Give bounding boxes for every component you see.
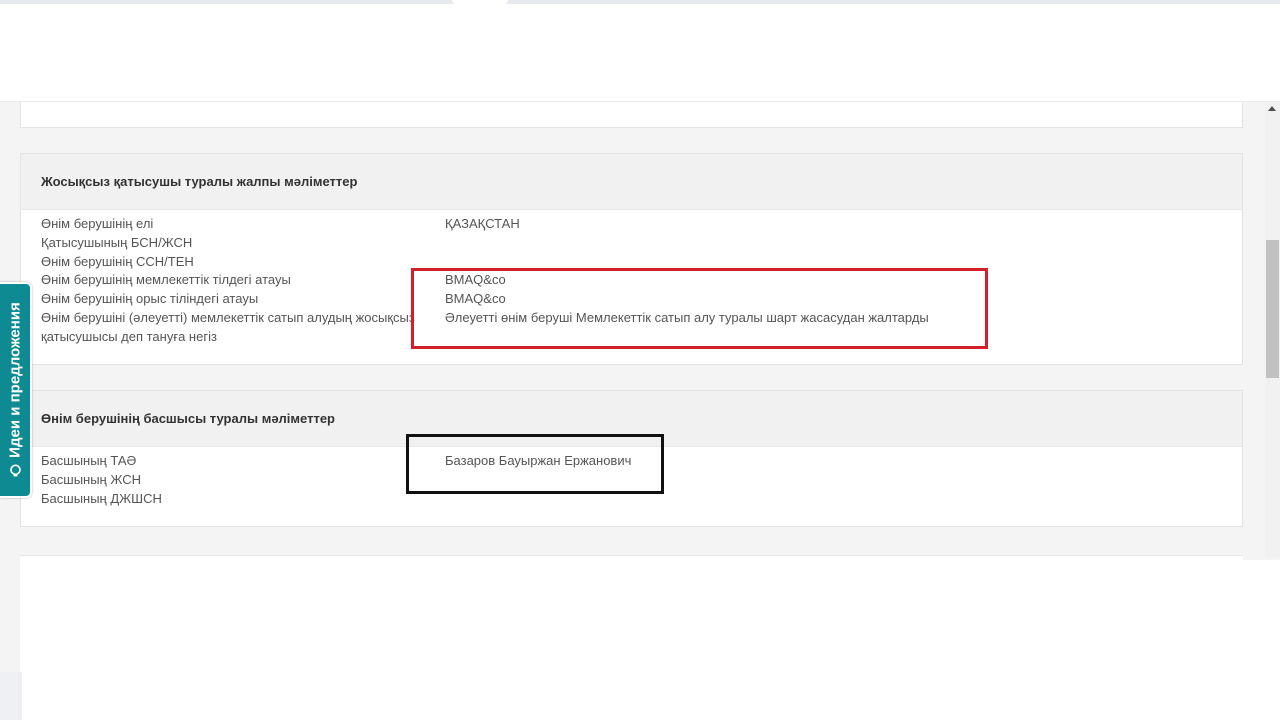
head-info-title: Өнім берушінің басшысы туралы мәліметтер: [41, 411, 335, 426]
row-label: Өнім берушіні (әлеуетті) мемлекеттік сат…: [41, 309, 415, 344]
bottom-left-strip: [0, 672, 22, 720]
row-label: Өнім берушінің мемлекеттік тілдегі атауы: [41, 272, 291, 288]
previous-section-panel: …: [20, 96, 1243, 128]
participant-info-title: Жосықсыз қатысушы туралы жалпы мәліметте…: [41, 174, 358, 189]
row-label: Басшының ДЖШСН: [41, 490, 162, 506]
row-label: Басшының ЖСН: [41, 471, 141, 487]
black-highlight-box: [406, 434, 664, 494]
row-label: Басшының ТАӘ: [41, 453, 137, 468]
scrollbar-thumb[interactable]: [1266, 240, 1279, 378]
ideas-feedback-tab[interactable]: Идеи и предложения: [0, 282, 32, 498]
info-row-bin: Қатысушының БСН/ЖСН: [41, 234, 1222, 253]
participant-info-header: Жосықсыз қатысушы туралы жалпы мәліметте…: [21, 154, 1242, 210]
row-label: Қатысушының БСН/ЖСН: [41, 234, 193, 250]
row-label: Өнім берушінің ССН/ТЕН: [41, 253, 194, 269]
ideas-tab-label: Идеи и предложения: [6, 302, 24, 458]
previous-section-cut-text: …: [41, 96, 54, 104]
page-header-area: [0, 4, 1280, 102]
row-value: [445, 234, 1222, 253]
info-row-country: Өнім берушінің елі ҚАЗАҚСТАН: [41, 215, 1222, 234]
row-value: ҚАЗАҚСТАН: [445, 216, 520, 231]
lightbulb-icon: [8, 464, 22, 478]
vertical-scrollbar[interactable]: [1265, 102, 1280, 558]
ideas-tab-content: Идеи и предложения: [7, 302, 24, 478]
row-label: Өнім берушінің орыс тіліндегі атауы: [41, 291, 259, 307]
row-label: Өнім берушінің елі: [41, 216, 154, 231]
scroll-up-arrow-icon[interactable]: [1268, 106, 1276, 111]
red-highlight-box: [411, 268, 988, 349]
blank-area: [22, 560, 1280, 720]
